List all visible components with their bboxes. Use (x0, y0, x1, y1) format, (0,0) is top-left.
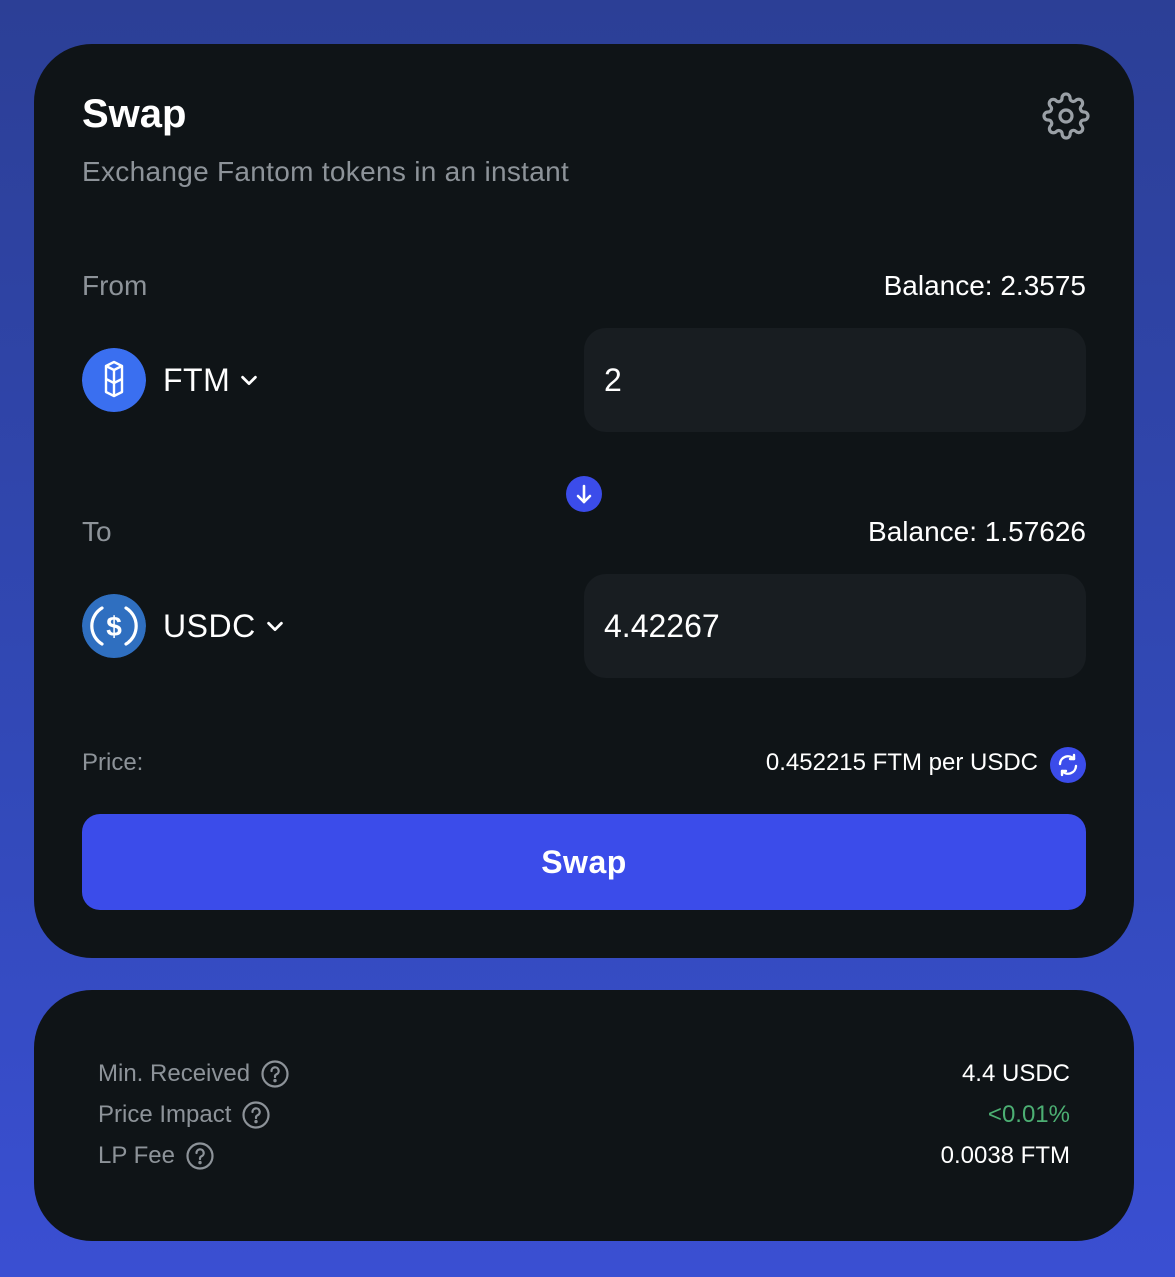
price-value: 0.452215 FTM per USDC (765, 749, 1038, 776)
arrow-down-icon[interactable] (566, 476, 602, 512)
to-balance: Balance: 1.57626 (868, 516, 1086, 547)
page-subtitle: Exchange Fantom tokens in an instant (82, 156, 570, 187)
detail-label: Min. Received (98, 1060, 251, 1087)
fantom-logo-icon (82, 348, 146, 412)
to-token-name: USDC (163, 607, 256, 644)
detail-value: 4.4 USDC (961, 1060, 1070, 1087)
swap-card: Swap Exchange Fantom tokens in an instan… (34, 44, 1134, 958)
detail-row-price-impact: Price Impact <0.01% (98, 1098, 1070, 1132)
swap-details-card: Min. Received 4.4 USDC Price Impact <0.0… (34, 990, 1134, 1241)
to-label: To (82, 516, 112, 547)
detail-row-min-received: Min. Received 4.4 USDC (98, 1057, 1070, 1091)
to-token-selector[interactable]: $ USDC (82, 594, 286, 658)
page-title: Swap (82, 92, 187, 136)
detail-label: Price Impact (98, 1101, 232, 1128)
svg-text:$: $ (106, 611, 122, 642)
from-label: From (82, 270, 148, 301)
swap-button[interactable]: Swap (82, 814, 1086, 910)
refresh-icon[interactable] (1050, 747, 1086, 783)
detail-row-lp-fee: LP Fee 0.0038 FTM (98, 1139, 1070, 1173)
chevron-down-icon (241, 375, 258, 386)
from-balance: Balance: 2.3575 (883, 270, 1086, 301)
detail-value: <0.01% (987, 1101, 1070, 1128)
question-circle-icon[interactable] (241, 1100, 271, 1130)
question-circle-icon[interactable] (260, 1059, 290, 1089)
detail-label: LP Fee (98, 1142, 175, 1169)
from-token-name: FTM (163, 361, 231, 398)
gear-icon[interactable] (1042, 92, 1090, 140)
question-circle-icon[interactable] (185, 1141, 215, 1171)
price-label: Price: (82, 749, 144, 776)
from-amount-input[interactable] (584, 328, 1086, 432)
usdc-logo-icon: $ (82, 594, 146, 658)
to-amount-input[interactable] (584, 574, 1086, 678)
from-token-selector[interactable]: FTM (82, 348, 260, 412)
detail-value: 0.0038 FTM (940, 1142, 1070, 1169)
chevron-down-icon (266, 621, 283, 632)
